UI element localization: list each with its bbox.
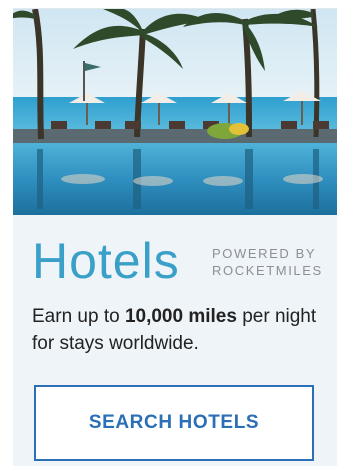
search-hotels-button[interactable]: SEARCH HOTELS [34, 385, 314, 461]
miles-highlight: 10,000 miles [124, 306, 237, 327]
rocketmiles-label: ROCKETMILES [212, 263, 323, 278]
desc-prefix: Earn up to [32, 306, 125, 327]
powered-by-label: POWERED BY [212, 246, 317, 261]
hotels-promo-card: Hotels POWERED BY ROCKETMILES Earn up to… [13, 8, 337, 466]
brand-row: Hotels POWERED BY ROCKETMILES [32, 233, 332, 293]
powered-by-rocketmiles: POWERED BY ROCKETMILES [212, 245, 337, 279]
hotel-pool-image[interactable] [13, 9, 337, 215]
promo-description: Earn up to 10,000 miles per night for st… [32, 303, 332, 357]
hotels-title: Hotels [32, 233, 180, 289]
